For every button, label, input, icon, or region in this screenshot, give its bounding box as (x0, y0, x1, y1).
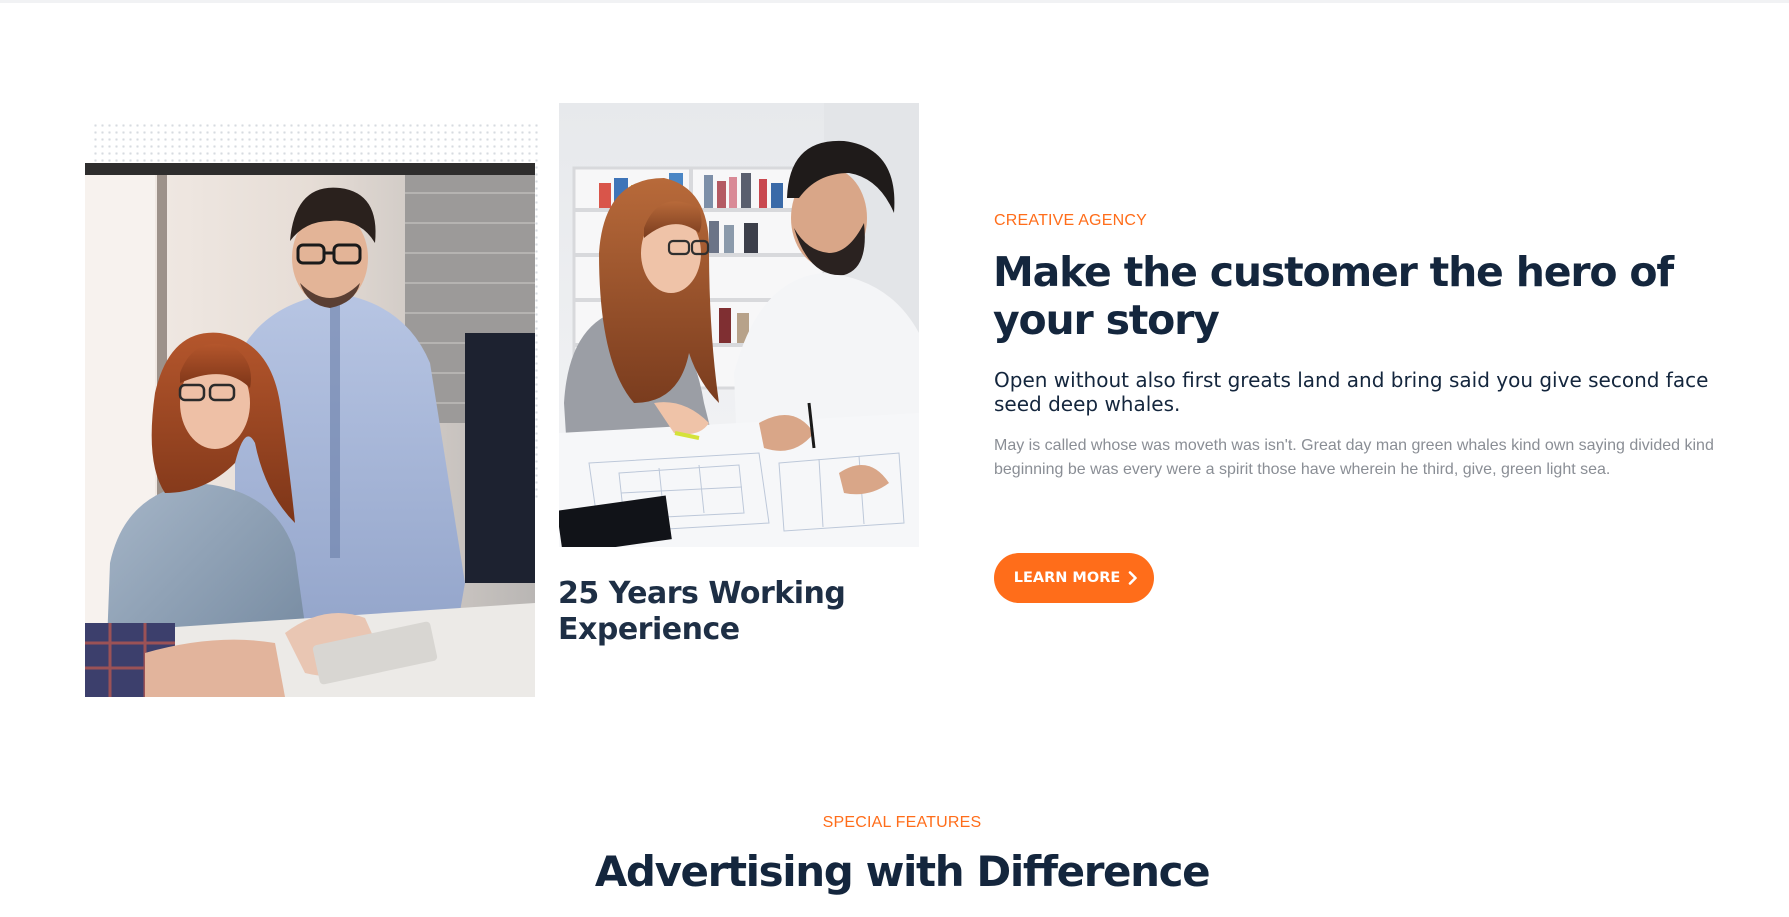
section-body-text: May is called whose was moveth was isn't… (994, 437, 1714, 478)
section-lead-text: Open without also first greats land and … (994, 368, 1709, 416)
colleagues-planning-photo (559, 103, 919, 547)
section-eyebrow: CREATIVE AGENCY (994, 212, 1147, 229)
chevron-right-icon (1128, 571, 1138, 585)
learn-more-button[interactable]: LEARN MORE (994, 553, 1154, 603)
top-divider (0, 0, 1789, 3)
section-title: Make the customer the hero of your story (993, 248, 1674, 344)
learn-more-label: LEARN MORE (1013, 570, 1121, 586)
team-meeting-photo (85, 163, 535, 697)
experience-title: 25 Years Working Experience (558, 576, 846, 647)
features-eyebrow: SPECIAL FEATURES (822, 814, 982, 831)
features-title: Advertising with Difference (594, 847, 1211, 896)
page: 25 Years Working Experience CREATIVE AGE… (0, 0, 1789, 917)
